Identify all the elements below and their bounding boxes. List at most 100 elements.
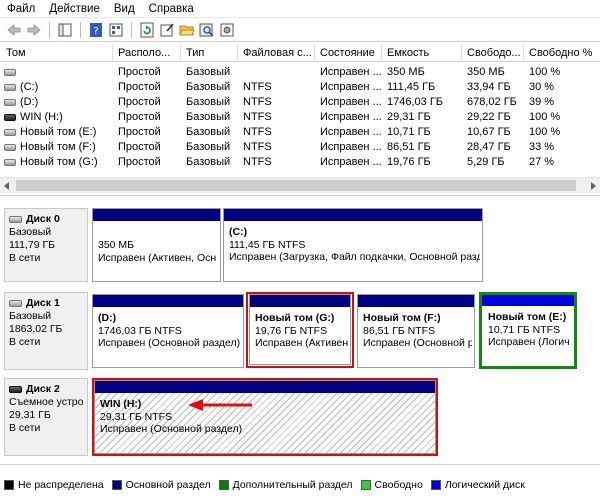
- volume-layout: Простой: [118, 96, 161, 108]
- volume-capacity: 10,71 ГБ: [387, 126, 431, 138]
- disk-label[interactable]: Диск 2 Съемное устро 29,31 ГБ В сети: [4, 378, 88, 456]
- volume-fs: [238, 65, 315, 80]
- partition-size: 1746,03 ГБ NTFS: [98, 324, 182, 337]
- volume-layout: Простой: [118, 111, 161, 123]
- refresh-icon[interactable]: [139, 22, 155, 38]
- volume-status: Исправен ...: [320, 111, 382, 123]
- open-folder-icon[interactable]: [179, 22, 195, 38]
- disk-name: Диск 1: [26, 297, 60, 309]
- legend-primary: Основной раздел: [111, 479, 211, 491]
- back-arrow-icon[interactable]: [6, 22, 22, 38]
- volume-layout: Простой: [118, 126, 161, 138]
- legend-swatch: [430, 479, 441, 490]
- table-row[interactable]: (D:) Простой Базовый NTFS Исправен ... 1…: [0, 95, 600, 110]
- volume-free: 28,47 ГБ: [467, 141, 511, 153]
- disk-0: Диск 0 Базовый 111,79 ГБ В сети 350 МБ И…: [0, 208, 600, 282]
- legend: Не распределена Основной раздел Дополнит…: [0, 464, 600, 504]
- toolbar-separator: [131, 21, 132, 38]
- volume-free-pct: 30 %: [529, 81, 555, 93]
- drive-icon: [4, 99, 16, 106]
- partition-f[interactable]: Новый том (F:) 86,51 ГБ NTFS Исправен (О…: [357, 294, 475, 368]
- volume-name: Новый том (G:): [20, 156, 98, 168]
- extended-partition-frame: [479, 292, 577, 369]
- partition-status: Исправен (Основной раздел): [98, 337, 241, 349]
- column-header-type[interactable]: Тип: [181, 44, 238, 62]
- partition-size: 350 МБ: [98, 239, 135, 251]
- volume-free: 10,67 ГБ: [467, 126, 511, 138]
- volume-status: Исправен ...: [320, 96, 382, 108]
- volume-layout: Простой: [118, 66, 161, 78]
- column-header-free-percent[interactable]: Свободно %: [524, 44, 600, 62]
- menu-action[interactable]: Действие: [42, 0, 107, 18]
- volume-free-pct: 100 %: [529, 126, 561, 138]
- disk-label[interactable]: Диск 1 Базовый 1863,02 ГБ В сети: [4, 292, 88, 370]
- help-icon[interactable]: ?: [88, 22, 104, 38]
- partition-size: 86,51 ГБ NTFS: [363, 324, 436, 337]
- partition-status: Исправен (Основной р: [363, 337, 472, 349]
- menu-view[interactable]: Вид: [107, 0, 142, 18]
- volume-status: Исправен ...: [320, 156, 382, 168]
- column-header-capacity[interactable]: Емкость: [382, 44, 462, 62]
- table-row[interactable]: (C:) Простой Базовый NTFS Исправен ... 1…: [0, 80, 600, 95]
- scroll-left-icon[interactable]: [4, 182, 9, 190]
- volume-type: Базовый: [186, 96, 231, 108]
- volume-list: Том Располо... Тип Файловая с... Состоян…: [0, 44, 600, 196]
- horizontal-scrollbar[interactable]: [0, 177, 600, 193]
- disk-size: 29,31 ГБ: [9, 409, 51, 421]
- volume-status: Исправен ...: [320, 66, 382, 78]
- table-row[interactable]: WIN (H:) Простой Базовый NTFS Исправен .…: [0, 110, 600, 125]
- search-drive-icon[interactable]: [199, 22, 215, 38]
- volume-type: Базовый: [186, 111, 231, 123]
- partition-name: (C:): [229, 226, 248, 238]
- volume-status: Исправен ...: [320, 141, 382, 153]
- table-row[interactable]: Новый том (G:) Простой Базовый NTFS Испр…: [0, 155, 600, 170]
- legend-swatch: [4, 479, 14, 490]
- legend-free: Свободно: [360, 479, 423, 491]
- column-header-filesystem[interactable]: Файловая с...: [238, 44, 315, 62]
- partition-status: Исправен (Активен, Осн: [98, 251, 217, 264]
- list-view-icon[interactable]: [108, 22, 124, 38]
- volume-free: 678,02 ГБ: [467, 96, 517, 108]
- drive-icon: [4, 144, 16, 151]
- forward-arrow-icon[interactable]: [26, 22, 42, 38]
- menu-file[interactable]: Файл: [0, 0, 42, 18]
- svg-text:?: ?: [93, 26, 98, 37]
- scroll-right-icon[interactable]: [591, 182, 596, 190]
- volume-name: Новый том (F:): [20, 141, 96, 153]
- menu-help[interactable]: Справка: [142, 0, 201, 18]
- table-row[interactable]: Новый том (F:) Простой Базовый NTFS Испр…: [0, 140, 600, 155]
- legend-swatch: [218, 479, 229, 490]
- legend-extended: Дополнительный раздел: [218, 479, 353, 491]
- volume-fs: NTFS: [243, 111, 272, 123]
- volume-capacity: 111,45 ГБ: [387, 81, 436, 93]
- column-header-layout[interactable]: Располо...: [113, 44, 181, 62]
- console-tree-icon[interactable]: [57, 22, 73, 38]
- disk-size: 1863,02 ГБ: [9, 323, 63, 335]
- volume-free-pct: 39 %: [529, 96, 555, 108]
- volume-free: 29,22 ГБ: [467, 111, 511, 123]
- partition-c[interactable]: (C:) 111,45 ГБ NTFS Исправен (Загрузка, …: [223, 208, 483, 282]
- disk-type: Съемное устро: [9, 396, 84, 408]
- volume-free-pct: 100 %: [529, 111, 561, 123]
- column-header-status[interactable]: Состояние: [315, 44, 382, 62]
- drive-icon: [4, 69, 16, 76]
- primary-partition-bar: [224, 209, 482, 221]
- disk-label[interactable]: Диск 0 Базовый 111,79 ГБ В сети: [4, 208, 88, 282]
- toolbar-separator: [80, 21, 81, 38]
- column-header-free-space[interactable]: Свободо...: [462, 44, 524, 62]
- table-row[interactable]: Новый том (E:) Простой Базовый NTFS Испр…: [0, 125, 600, 140]
- partition-name: Новый том (F:): [363, 312, 441, 324]
- column-header-volume[interactable]: Том: [0, 44, 113, 62]
- volume-capacity: 29,31 ГБ: [387, 111, 431, 123]
- properties-icon[interactable]: [159, 22, 175, 38]
- volume-type: Базовый: [186, 66, 231, 78]
- settings-icon[interactable]: [219, 22, 235, 38]
- volume-list-header: Том Располо... Тип Файловая с... Состоян…: [0, 44, 600, 62]
- partition-d[interactable]: (D:) 1746,03 ГБ NTFS Исправен (Основной …: [92, 294, 244, 368]
- disk-status: В сети: [9, 422, 41, 434]
- disk-icon: [9, 300, 22, 307]
- disk-1: Диск 1 Базовый 1863,02 ГБ В сети (D:) 17…: [0, 292, 600, 370]
- scrollbar-thumb[interactable]: [16, 180, 576, 191]
- partition-system-reserved[interactable]: 350 МБ Исправен (Активен, Осн: [92, 208, 221, 282]
- table-row[interactable]: Простой Базовый Исправен ... 350 МБ 350 …: [0, 65, 600, 80]
